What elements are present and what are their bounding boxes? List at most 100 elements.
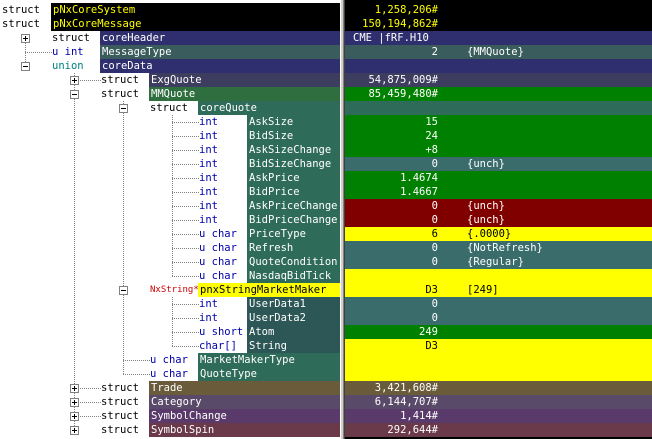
value-row-exgquote[interactable]: 54,875,009#	[345, 73, 652, 87]
value-row-messagetype[interactable]: 2 {MMQuote}	[345, 45, 652, 59]
field-value: 85,459,480#	[368, 88, 438, 100]
tree-row-marketmakertype[interactable]: u char MarketMakerType	[0, 353, 340, 367]
field-name: ExgQuote	[149, 73, 340, 87]
value-row-userdata2[interactable]: 0	[345, 311, 652, 325]
field-type-keyword: u int	[52, 45, 100, 59]
field-value-note: {NotRefresh}	[467, 242, 543, 254]
field-name: Trade	[149, 381, 340, 395]
value-row-bidsizechange[interactable]: 0 {unch}	[345, 157, 652, 171]
tree-row-bidsize[interactable]: int BidSize	[0, 129, 340, 143]
field-name: BidSizeChange	[247, 157, 340, 171]
value-row-bidprice[interactable]: 1.4667	[345, 185, 652, 199]
tree-row-symbolchange[interactable]: struct SymbolChange	[0, 409, 340, 423]
field-name: MarketMakerType	[198, 353, 340, 367]
value-row-pricetype[interactable]: 6 {.0000}	[345, 227, 652, 241]
field-name: Category	[149, 395, 340, 409]
field-value: 1.4674	[400, 172, 438, 184]
value-row-askprice[interactable]: 1.4674	[345, 171, 652, 185]
field-type-keyword: union	[52, 59, 100, 73]
tree-row-pricetype[interactable]: u char PriceType	[0, 227, 340, 241]
value-row-pnxcoremessage[interactable]: 150,194,862#	[345, 17, 652, 31]
tree-row-refresh[interactable]: u char Refresh	[0, 241, 340, 255]
field-name: AskPriceChange	[247, 199, 340, 213]
value-row-atom[interactable]: 249	[345, 325, 652, 339]
field-type-keyword: struct	[101, 87, 149, 101]
tree-row-userdata2[interactable]: int UserData2	[0, 311, 340, 325]
tree-row-pnxcoremessage[interactable]: struct pNxCoreMessage	[0, 17, 340, 31]
value-row-symbolspin[interactable]: 292,644#	[345, 423, 652, 437]
tree-row-bidprice[interactable]: int BidPrice	[0, 185, 340, 199]
tree-row-asksizechange[interactable]: int AskSizeChange	[0, 143, 340, 157]
field-name: BidPrice	[247, 185, 340, 199]
value-row-mmquote[interactable]: 85,459,480#	[345, 87, 652, 101]
tree-row-askpricechange[interactable]: int AskPriceChange	[0, 199, 340, 213]
value-row-pnxstringmarketmaker[interactable]: D3 [249]	[345, 283, 652, 297]
value-row-bidsize[interactable]: 24	[345, 129, 652, 143]
tree-row-string[interactable]: char[] String	[0, 339, 340, 353]
tree-row-askprice[interactable]: int AskPrice	[0, 171, 340, 185]
field-value: D3	[425, 340, 438, 352]
collapse-icon[interactable]	[70, 90, 79, 99]
tree-row-asksize[interactable]: int AskSize	[0, 115, 340, 129]
field-type-keyword: int	[199, 157, 247, 171]
value-row-quotecondition[interactable]: 0 {Regular}	[345, 255, 652, 269]
expand-icon[interactable]	[70, 398, 79, 407]
tree-row-trade[interactable]: struct Trade	[0, 381, 340, 395]
collapse-icon[interactable]	[119, 104, 128, 113]
value-row-symbolchange[interactable]: 1,414#	[345, 409, 652, 423]
value-row-trade[interactable]: 3,421,608#	[345, 381, 652, 395]
tree-row-messagetype[interactable]: u int MessageType	[0, 45, 340, 59]
value-row-string[interactable]: D3	[345, 339, 652, 353]
tree-row-userdata1[interactable]: int UserData1	[0, 297, 340, 311]
expand-icon[interactable]	[70, 426, 79, 435]
field-type-keyword: int	[199, 185, 247, 199]
field-type-keyword: int	[199, 171, 247, 185]
value-row-asksizechange[interactable]: +8	[345, 143, 652, 157]
value-row-refresh[interactable]: 0 {NotRefresh}	[345, 241, 652, 255]
field-value: 0	[431, 242, 438, 254]
tree-row-pnxcoresystem[interactable]: struct pNxCoreSystem	[0, 3, 340, 17]
tree-row-exgquote[interactable]: struct ExgQuote	[0, 73, 340, 87]
value-row-marketmakertype[interactable]	[345, 353, 652, 367]
tree-row-category[interactable]: struct Category	[0, 395, 340, 409]
value-row-category[interactable]: 6,144,707#	[345, 395, 652, 409]
tree-row-pnxstringmarketmaker[interactable]: NxString* pnxStringMarketMaker	[0, 283, 340, 297]
field-type-keyword: struct	[52, 31, 100, 45]
expand-icon[interactable]	[70, 384, 79, 393]
expand-icon[interactable]	[70, 412, 79, 421]
tree-row-quotecondition[interactable]: u char QuoteCondition	[0, 255, 340, 269]
tree-row-mmquote[interactable]: struct MMQuote	[0, 87, 340, 101]
tree-row-coredata[interactable]: union coreData	[0, 59, 340, 73]
tree-row-symbolspin[interactable]: struct SymbolSpin	[0, 423, 340, 437]
tree-row-corequote[interactable]: struct coreQuote	[0, 101, 340, 115]
value-row-coredata[interactable]	[345, 59, 652, 73]
tree-row-quotetype[interactable]: u char QuoteType	[0, 367, 340, 381]
field-name: pnxStringMarketMaker	[198, 283, 340, 297]
toggle-bar	[74, 78, 75, 83]
value-row-bidpricechange[interactable]: 0 {unch}	[345, 213, 652, 227]
expand-icon[interactable]	[70, 76, 79, 85]
nxcore-message-viewer: struct pNxCoreSystem struct pNxCoreMessage s…	[0, 0, 652, 439]
collapse-icon[interactable]	[119, 286, 128, 295]
value-row-askpricechange[interactable]: 0 {unch}	[345, 199, 652, 213]
value-row-userdata1[interactable]: 0	[345, 297, 652, 311]
expand-icon[interactable]	[21, 34, 30, 43]
tree-row-coreheader[interactable]: struct coreHeader	[0, 31, 340, 45]
value-row-asksize[interactable]: 15	[345, 115, 652, 129]
value-row-quotetype[interactable]	[345, 367, 652, 381]
tree-row-bidsizechange[interactable]: int BidSizeChange	[0, 157, 340, 171]
field-name: BidSize	[247, 129, 340, 143]
collapse-icon[interactable]	[21, 62, 30, 71]
value-row-corequote[interactable]	[345, 101, 652, 115]
field-type-keyword: int	[199, 143, 247, 157]
field-value: 249	[419, 326, 438, 338]
value-row-nasdaqbidtick[interactable]	[345, 269, 652, 283]
toggle-bar	[74, 414, 75, 419]
toggle-bar	[74, 428, 75, 433]
field-name: coreHeader	[100, 31, 340, 45]
value-row-coreheader[interactable]: CME |fRF.H10	[345, 31, 652, 45]
value-row-pnxcoresystem[interactable]: 1,258,206#	[345, 3, 652, 17]
tree-row-bidpricechange[interactable]: int BidPriceChange	[0, 213, 340, 227]
tree-row-nasdaqbidtick[interactable]: u char NasdaqBidTick	[0, 269, 340, 283]
tree-row-atom[interactable]: u short Atom	[0, 325, 340, 339]
